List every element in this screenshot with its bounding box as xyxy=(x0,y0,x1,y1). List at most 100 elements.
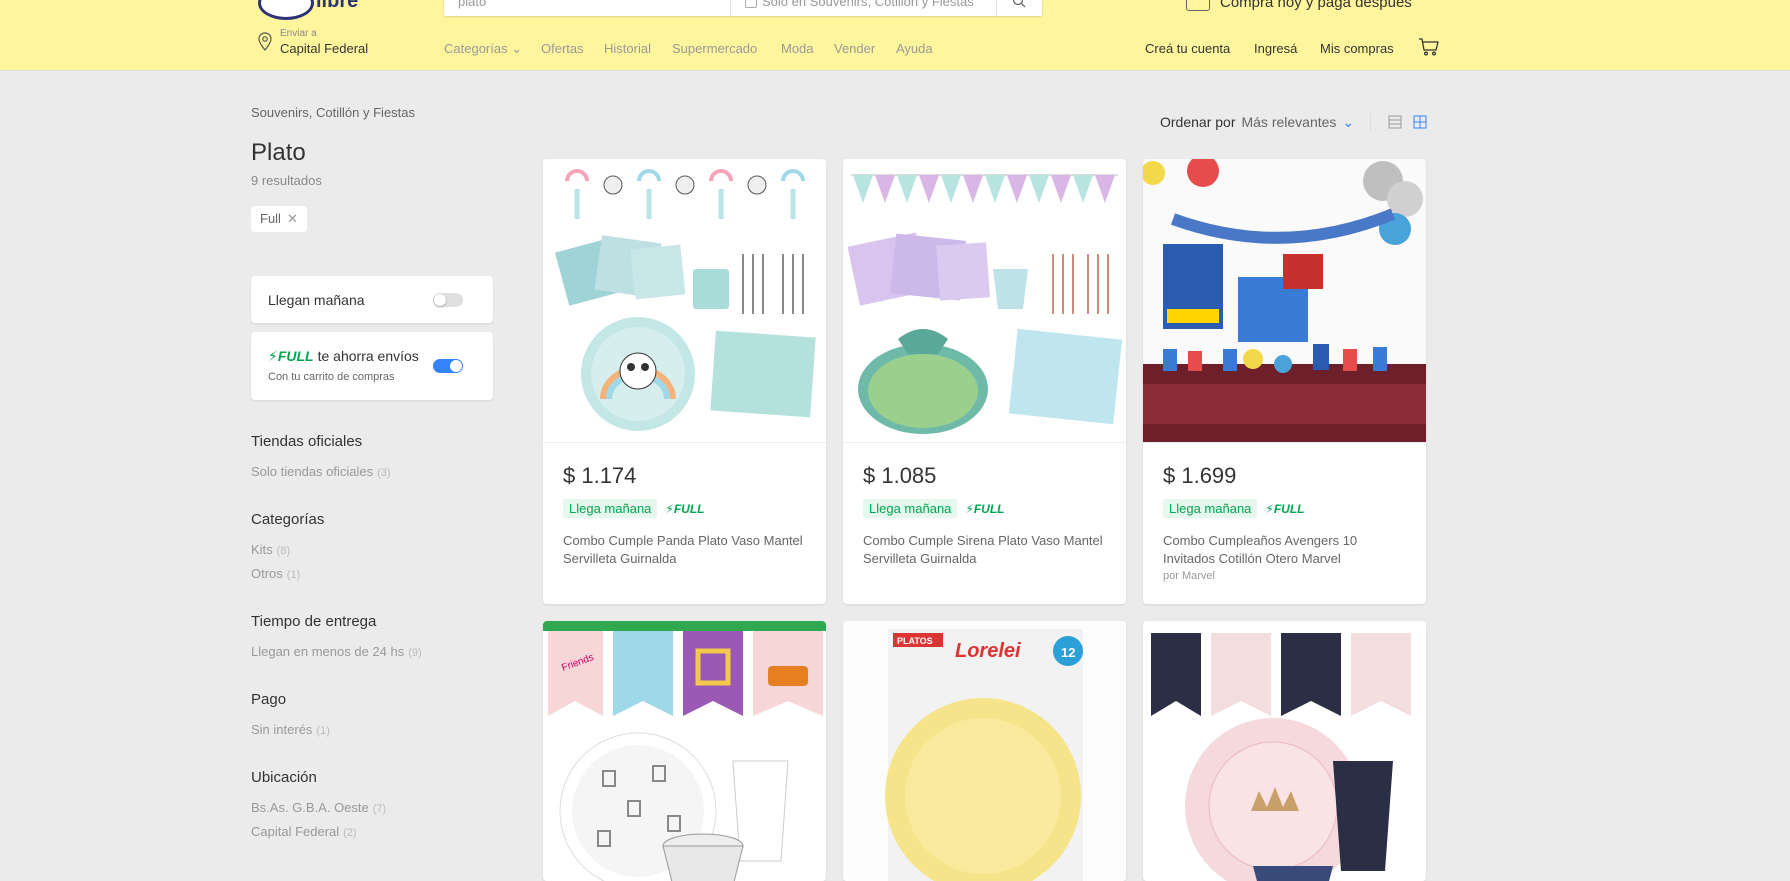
straws-icon xyxy=(742,254,804,314)
product-price: $ 1.085 xyxy=(863,463,937,488)
page-title: Plato xyxy=(251,139,306,166)
filter-item-kits[interactable]: Kits (8) xyxy=(251,542,290,557)
close-icon[interactable]: ✕ xyxy=(287,211,298,226)
list-view-icon[interactable] xyxy=(1388,115,1402,129)
search-only-checkbox[interactable] xyxy=(745,0,757,8)
product-image-sirena[interactable] xyxy=(843,159,1126,442)
search-box[interactable]: plato Solo en Souvenirs, Cotillón y Fies… xyxy=(444,0,1042,16)
grid-view-icon[interactable] xyxy=(1413,115,1427,129)
cupcake-liner-icon xyxy=(662,833,744,881)
product-image-friends[interactable]: Friends xyxy=(543,621,826,881)
filter-item-otros[interactable]: Otros (1) xyxy=(251,566,300,581)
logo[interactable]: libre xyxy=(258,0,368,20)
filter-title-pago: Pago xyxy=(251,691,287,708)
napkins-icon xyxy=(555,235,686,306)
product-card[interactable]: $ 1.699 Llega mañana ⚡FULL Combo Cumpleañ… xyxy=(1143,159,1426,604)
product-card[interactable]: $ 1.174 Llega mañana ⚡FULL Combo Cumple P… xyxy=(543,159,826,604)
cup-icon xyxy=(693,269,729,309)
nav-historial[interactable]: Historial xyxy=(604,41,651,56)
full-shipping-toggle[interactable] xyxy=(433,359,463,373)
cart-icon[interactable] xyxy=(1418,38,1440,56)
product-card[interactable]: $ 1.085 Llega mañana ⚡FULL Combo Cumple S… xyxy=(843,159,1126,604)
location-pin-icon xyxy=(258,32,272,51)
nav-categorias[interactable]: Categorías ⌄ xyxy=(444,41,522,57)
nav-moda[interactable]: Moda xyxy=(781,41,814,56)
product-tags: Llega mañana ⚡FULL xyxy=(1163,499,1305,518)
login-link[interactable]: Ingresá xyxy=(1254,41,1297,56)
full-badge-label: FULL xyxy=(1273,502,1305,516)
tablecloth-icon xyxy=(1008,328,1123,425)
filter-chip-full[interactable]: Full ✕ xyxy=(251,206,307,232)
logo-text: libre xyxy=(316,0,359,12)
full-badge-label: FULL xyxy=(973,502,1005,516)
filter-item-24hs[interactable]: Llegan en menos de 24 hs (9) xyxy=(251,644,422,659)
arrive-tomorrow-toggle[interactable] xyxy=(433,293,463,307)
cup-icon xyxy=(1333,761,1393,871)
handshake-logo-icon xyxy=(258,0,314,20)
arrives-tag: Llega mañana xyxy=(563,499,658,518)
cupcake-liner-icon xyxy=(1253,866,1333,881)
plate-icon xyxy=(1185,718,1361,881)
filter-item-label: Llegan en menos de 24 hs xyxy=(251,644,405,659)
green-bar-icon xyxy=(543,621,826,631)
cup-icon xyxy=(993,269,1028,309)
product-image-avengers[interactable] xyxy=(1143,159,1426,442)
full-badge: ⚡FULL xyxy=(1265,502,1304,516)
search-input[interactable]: plato xyxy=(458,0,486,9)
product-image-panda[interactable] xyxy=(543,159,826,442)
promo-banner[interactable]: Comprá hoy y pagá después xyxy=(1186,0,1412,12)
rainbow-garland-icon xyxy=(565,169,805,219)
arrives-tag: Llega mañana xyxy=(863,499,958,518)
nav-vender[interactable]: Vender xyxy=(834,41,875,56)
create-account-link[interactable]: Creá tu cuenta xyxy=(1145,41,1230,56)
credit-card-icon xyxy=(1186,0,1210,12)
product-title[interactable]: Combo Cumple Panda Plato Vaso Mantel Ser… xyxy=(563,532,808,568)
product-title[interactable]: Combo Cumpleaños Avengers 10 Invitados C… xyxy=(1163,532,1408,568)
breadcrumb[interactable]: Souvenirs, Cotillón y Fiestas xyxy=(251,105,415,120)
filter-title-categorias: Categorías xyxy=(251,511,325,528)
filter-item-sin-interes[interactable]: Sin interés (1) xyxy=(251,722,330,737)
nav-supermercado[interactable]: Supermercado xyxy=(672,41,757,56)
filter-title-ubicacion: Ubicación xyxy=(251,769,317,786)
garland-icon xyxy=(1151,633,1411,716)
toggle-knob xyxy=(434,294,446,306)
filter-item-tiendas-oficiales[interactable]: Solo tiendas oficiales (3) xyxy=(251,464,391,479)
filter-chip-label: Full xyxy=(260,211,281,226)
nav-ofertas[interactable]: Ofertas xyxy=(541,41,584,56)
card-divider xyxy=(843,442,1126,443)
search-icon[interactable] xyxy=(1012,0,1026,11)
full-shipping-line: ⚡FULL te ahorra envíos xyxy=(268,348,419,365)
filter-item-capital-federal[interactable]: Capital Federal (2) xyxy=(251,824,357,839)
arrive-tomorrow-label: Llegan mañana xyxy=(268,292,365,308)
sort-label: Ordenar por xyxy=(1160,114,1236,130)
filter-item-count: (3) xyxy=(377,467,391,479)
lightning-icon: ⚡ xyxy=(665,502,674,516)
filter-item-count: (8) xyxy=(276,545,291,557)
filter-item-label: Capital Federal xyxy=(251,824,340,839)
product-title[interactable]: Combo Cumple Sirena Plato Vaso Mantel Se… xyxy=(863,532,1108,568)
filter-item-label: Otros xyxy=(251,566,283,581)
product-card[interactable]: Friends xyxy=(543,621,826,881)
arrive-tomorrow-card: Llegan mañana xyxy=(251,276,493,323)
product-tags: Llega mañana ⚡FULL xyxy=(563,499,705,518)
card-divider xyxy=(543,442,826,443)
nav-ayuda[interactable]: Ayuda xyxy=(896,41,933,56)
filter-item-gba-oeste[interactable]: Bs.As. G.B.A. Oeste (7) xyxy=(251,800,386,815)
napkins-icon xyxy=(847,232,990,306)
search-only-label: Solo en Souvenirs, Cotillón y Fiestas xyxy=(762,0,974,9)
count-badge-text: 12 xyxy=(1061,645,1075,660)
filter-item-count: (9) xyxy=(408,647,422,659)
product-tags: Llega mañana ⚡FULL xyxy=(863,499,1005,518)
product-image-pink-gold[interactable] xyxy=(1143,621,1426,881)
card-divider xyxy=(1143,442,1426,443)
product-image-lorelei[interactable]: PLATOS Lorelei 12 xyxy=(843,621,1126,881)
full-badge-label: FULL xyxy=(673,502,705,516)
my-purchases-link[interactable]: Mis compras xyxy=(1320,41,1394,56)
product-card[interactable] xyxy=(1143,621,1426,881)
filter-item-label: Bs.As. G.B.A. Oeste xyxy=(251,800,369,815)
product-card[interactable]: PLATOS Lorelei 12 xyxy=(843,621,1126,881)
sort-control[interactable]: Ordenar por Más relevantes ⌄ xyxy=(1160,114,1354,131)
filter-item-count: (1) xyxy=(316,725,330,737)
filter-item-label: Solo tiendas oficiales xyxy=(251,464,374,479)
header: libre plato Solo en Souvenirs, Cotillón … xyxy=(0,0,1790,70)
